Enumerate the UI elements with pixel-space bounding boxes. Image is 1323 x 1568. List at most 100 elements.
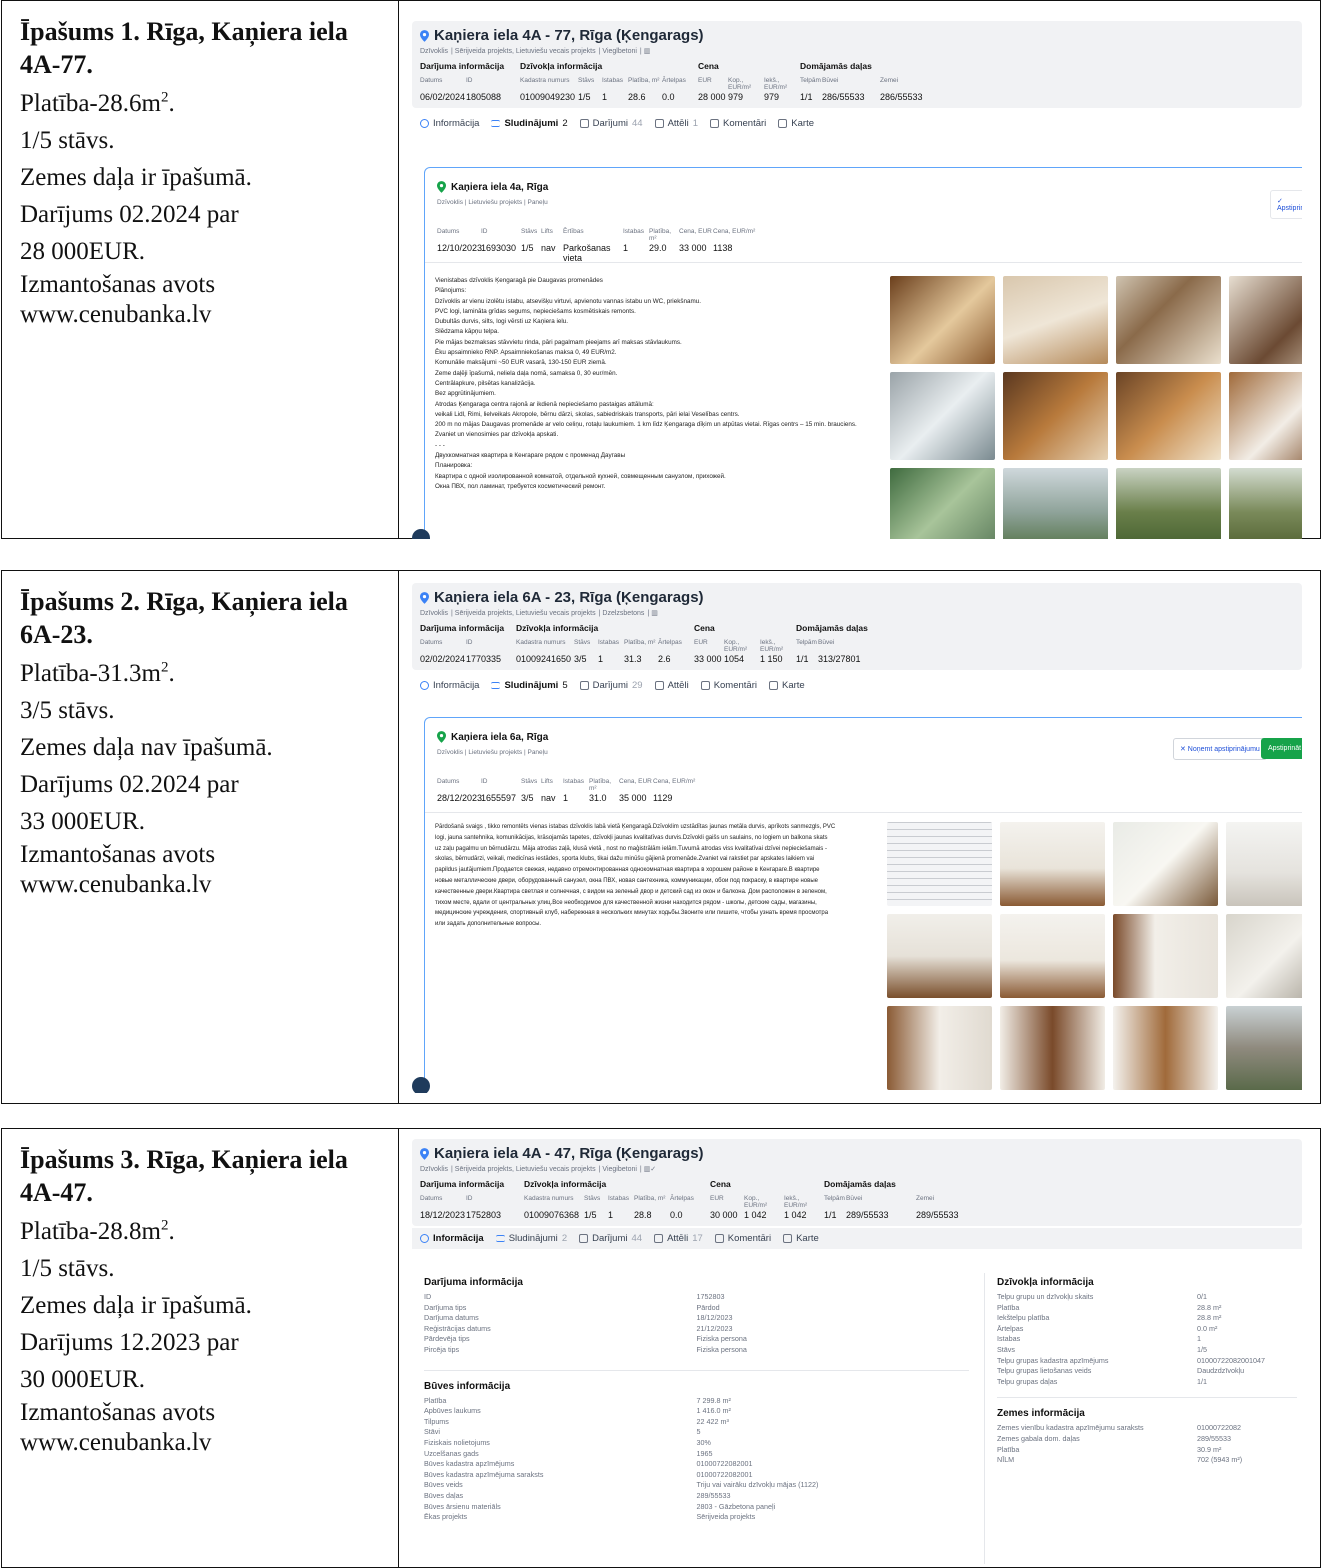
tab-darijumi[interactable]: Darījumi 29 <box>579 680 643 691</box>
photo[interactable] <box>1113 1006 1218 1090</box>
info-value: 22 422 m³ <box>696 1416 729 1426</box>
photo[interactable] <box>1113 914 1218 998</box>
photo[interactable] <box>1000 1006 1105 1090</box>
info-label: Pircēja tips <box>424 1344 460 1354</box>
map-pin-icon <box>420 29 429 42</box>
tab-darijumi[interactable]: Darījumi 44 <box>579 1233 642 1244</box>
deal-info-title: Darījuma informācija <box>424 1277 523 1288</box>
info-value: 28.8 m² <box>1197 1302 1222 1312</box>
info-label: Platība <box>424 1395 447 1405</box>
table-row: Īpašums 3. Rīga, Kaņiera iela 4A-47. Pla… <box>1 1128 1321 1568</box>
land-text: Zemes daļa ir īpašumā. <box>20 1292 252 1319</box>
info-value: 2803 - Gāzbetona paneļi <box>696 1501 776 1511</box>
photo[interactable] <box>1116 468 1221 539</box>
tab-karte[interactable]: Karte <box>778 118 814 129</box>
property-tags: Dzīvoklis | Sērijveida projekts, Lietuvie… <box>420 1166 657 1173</box>
tab-darijumi[interactable]: Darījumi 44 <box>579 118 643 129</box>
photo-gallery <box>887 822 1302 1090</box>
info-value: Sērijveida projekts <box>696 1512 756 1522</box>
tab-sludinajumi[interactable]: Sludinājumi 2 <box>491 118 568 129</box>
info-label: Darījuma tips <box>424 1302 467 1312</box>
info-value: Fiziska persona <box>696 1334 747 1344</box>
photo[interactable] <box>887 914 992 998</box>
list-icon <box>491 120 501 127</box>
photo[interactable] <box>1003 468 1108 539</box>
land-text: Zemes daļa nav īpašumā. <box>20 734 273 761</box>
tab-komentari[interactable]: Komentāri <box>714 1233 771 1244</box>
info-label: ID <box>424 1292 432 1301</box>
remove-approval-button[interactable]: ✕ Noņemt apstiprinājumu <box>1173 738 1267 760</box>
photo[interactable] <box>890 372 995 460</box>
photo[interactable] <box>1226 822 1302 906</box>
table-row: Īpašums 1. Rīga, Kaņiera iela 4A-77. Pla… <box>1 0 1321 539</box>
info-label: Būves kadastra apzīmējuma saraksts <box>424 1469 544 1479</box>
approve-button[interactable]: Apstiprināt <box>1261 738 1302 759</box>
approve-button[interactable]: ✓ Apstiprināt <box>1270 190 1302 219</box>
info-label: NĪLM <box>997 1455 1015 1465</box>
tab-atteli[interactable]: Attēli 17 <box>654 1233 703 1244</box>
deal-text: Darījums 12.2023 par <box>20 1329 239 1356</box>
deal-text: Darījums 02.2024 par <box>20 201 239 228</box>
photo[interactable] <box>887 1006 992 1090</box>
document: Īpašums 1. Rīga, Kaņiera iela 4A-77. Pla… <box>1 0 1321 1568</box>
tab-informacija[interactable]: Informācija <box>420 118 479 129</box>
info-value: 702 (5943 m²) <box>1197 1455 1243 1465</box>
tab-atteli[interactable]: Attēli <box>654 680 689 691</box>
photo[interactable] <box>1003 372 1108 460</box>
land-info-list: Zemes vienību kadastra apzīmējumu saraks… <box>997 1423 1297 1465</box>
listing-card: Kaņiera iela 6a, Rīga Dzīvoklis | Lietuv… <box>424 717 1302 1093</box>
photo[interactable] <box>1226 1006 1302 1090</box>
tab-karte[interactable]: Karte <box>783 1233 819 1244</box>
map-pin-icon <box>437 181 446 193</box>
photo[interactable] <box>1226 914 1302 998</box>
screenshot-2: Kaņiera iela 6A - 23, Rīga (Ķengarags) D… <box>412 583 1302 1093</box>
tab-atteli[interactable]: Attēli 1 <box>654 118 698 129</box>
tab-karte[interactable]: Karte <box>769 680 805 691</box>
source-label: Izmantošanas avots <box>20 841 216 868</box>
tab-komentari[interactable]: Komentāri <box>700 680 757 691</box>
photo[interactable] <box>1116 372 1221 460</box>
info-label: Darījuma datums <box>424 1313 479 1323</box>
property-heading: Īpašums 3. Rīga, Kaņiera iela 4A-47. <box>20 1145 348 1207</box>
info-label: Uzcelšanas gads <box>424 1448 479 1458</box>
property-heading: Īpašums 2. Rīga, Kaņiera iela 6A-23. <box>20 587 348 649</box>
info-label: Būves kadastra apzīmējums <box>424 1459 515 1469</box>
tab-informacija[interactable]: Informācija <box>420 1233 484 1244</box>
image-icon <box>654 681 664 690</box>
comment-icon <box>709 119 719 128</box>
photo[interactable] <box>890 276 995 364</box>
photo[interactable] <box>890 468 995 539</box>
photo[interactable] <box>1229 372 1302 460</box>
photo[interactable] <box>887 822 992 906</box>
info-value: 30.9 m² <box>1197 1444 1222 1454</box>
floor-text: 1/5 stāvs. <box>20 1255 115 1282</box>
tab-sludinajumi[interactable]: Sludinājumi 5 <box>491 680 568 691</box>
info-value: Triju vai vairāku dzīvokļu mājas (1122) <box>696 1480 819 1490</box>
photo-gallery <box>890 276 1302 539</box>
map-pin-icon <box>420 591 429 604</box>
comment-icon <box>700 681 710 690</box>
photo[interactable] <box>1229 468 1302 539</box>
photo[interactable] <box>1113 822 1218 906</box>
tab-informacija[interactable]: Informācija <box>420 680 479 691</box>
tab-komentari[interactable]: Komentāri <box>709 118 766 129</box>
photo[interactable] <box>1000 822 1105 906</box>
photo[interactable] <box>1116 276 1221 364</box>
list-icon <box>495 1235 505 1242</box>
list-icon <box>491 682 501 689</box>
photo[interactable] <box>1000 914 1105 998</box>
screenshot-1: Kaņiera iela 4A - 77, Rīga (Ķengarags) D… <box>412 21 1302 539</box>
photo[interactable] <box>1003 276 1108 364</box>
tab-bar: Informācija Sludinājumi 2 Darījumi 44 Attē… <box>412 1228 1302 1249</box>
property-title: Kaņiera iela 4A - 77, Rīga (Ķengarags) <box>434 27 704 44</box>
photo[interactable] <box>1229 276 1302 364</box>
scroll-badge[interactable] <box>412 1077 430 1093</box>
deal-info-panel: Darījuma informācija ID 1752803 Darījuma t… <box>424 1273 969 1523</box>
info-value: 01000722082 <box>1197 1423 1241 1433</box>
map-icon <box>769 681 778 690</box>
info-value: 21/12/2023 <box>696 1323 733 1333</box>
info-value: 30% <box>696 1437 711 1447</box>
tab-sludinajumi[interactable]: Sludinājumi 2 <box>495 1233 567 1244</box>
source-label: Izmantošanas avots <box>20 271 216 298</box>
info-icon <box>420 119 429 128</box>
